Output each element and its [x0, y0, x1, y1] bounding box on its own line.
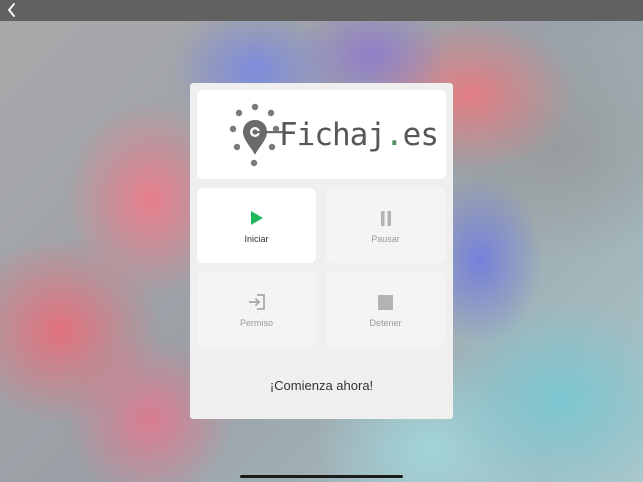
pause-label: Pausar — [371, 234, 400, 244]
stop-button[interactable]: Detener — [326, 272, 445, 347]
back-button[interactable] — [3, 2, 19, 18]
logo-tld: es — [402, 117, 439, 153]
start-now-text: ¡Comienza ahora! — [269, 378, 374, 393]
logo: Fichaj.es — [197, 90, 446, 179]
stop-icon — [378, 294, 393, 310]
home-indicator[interactable] — [240, 475, 403, 478]
logo-dot: . — [384, 117, 404, 153]
chevron-left-icon — [7, 3, 15, 17]
sign-in-icon — [248, 294, 265, 310]
play-icon — [250, 211, 263, 225]
clock-location-pin-icon — [229, 103, 283, 167]
main-card: Fichaj.es Iniciar Pausar Permiso Detener… — [190, 83, 453, 419]
leave-button[interactable]: Permiso — [197, 272, 316, 347]
start-button[interactable]: Iniciar — [197, 188, 316, 263]
start-label: Iniciar — [244, 234, 269, 244]
pause-icon — [380, 210, 391, 226]
pause-button[interactable]: Pausar — [326, 188, 445, 263]
logo-main: Fichaj — [279, 117, 386, 153]
leave-label: Permiso — [239, 318, 273, 328]
stop-label: Detener — [369, 318, 402, 328]
top-bar — [0, 0, 643, 21]
logo-text: Fichaj.es — [279, 117, 439, 153]
